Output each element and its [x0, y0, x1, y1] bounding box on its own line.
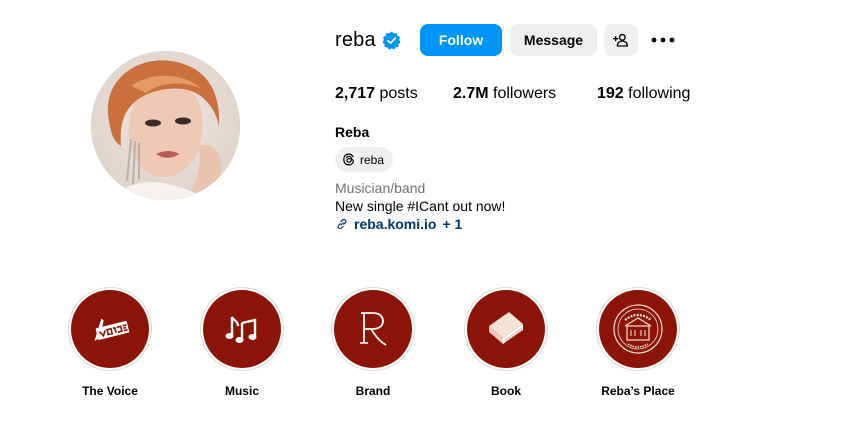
profile-username: reba: [335, 29, 376, 51]
profile-category: Musician/band: [335, 180, 426, 196]
following-count: 192: [597, 85, 624, 102]
followers-label: followers: [493, 85, 557, 102]
followers-stat[interactable]: 2.7M followers: [453, 85, 556, 103]
verified-badge-icon: [382, 31, 401, 50]
highlight-music[interactable]: Music: [200, 287, 284, 398]
book-icon: [489, 312, 523, 344]
posts-count: 2,717: [335, 85, 376, 102]
posts-stat: 2,717 posts: [335, 85, 418, 103]
following-stat[interactable]: 192 following: [597, 85, 690, 103]
follow-button[interactable]: Follow: [420, 24, 502, 56]
following-label: following: [628, 85, 691, 102]
highlight-label: Brand: [355, 384, 391, 398]
highlight-cover: [71, 290, 149, 368]
highlight-the-voice[interactable]: The Voice: [68, 287, 152, 398]
suggested-users-button[interactable]: [604, 24, 638, 56]
posts-label: posts: [379, 85, 418, 102]
avatar-photo: [91, 51, 240, 200]
highlight-cover: [599, 290, 677, 368]
highlight-label: Music: [224, 384, 259, 398]
profile-full-name: Reba: [335, 124, 370, 140]
link-extra-count: + 1: [442, 216, 463, 232]
music-notes-icon: [225, 316, 257, 343]
highlight-ring: [596, 287, 680, 371]
highlight-cover: [467, 290, 545, 368]
add-person-icon: [613, 33, 628, 47]
message-button[interactable]: Message: [510, 24, 597, 56]
threads-link-chip[interactable]: reba: [335, 147, 394, 172]
highlight-ring: [331, 287, 415, 371]
link-icon: [337, 218, 347, 230]
link-url: reba.komi.io: [354, 216, 437, 232]
highlight-cover: [334, 290, 412, 368]
the-voice-logo-icon: [94, 318, 130, 342]
highlight-rebas-place[interactable]: Reba’s Place: [596, 287, 680, 398]
profile-avatar[interactable]: [91, 51, 240, 200]
highlight-brand[interactable]: Brand: [331, 287, 415, 398]
highlight-ring: [464, 287, 548, 371]
highlight-cover: [203, 290, 281, 368]
threads-logo-icon: [343, 153, 354, 166]
highlight-ring: [200, 287, 284, 371]
more-options-button[interactable]: [650, 30, 676, 50]
profile-page: reba Follow Message 2,717 posts 2.7M fol…: [0, 0, 867, 435]
followers-count: 2.7M: [453, 85, 489, 102]
highlight-book[interactable]: Book: [464, 287, 548, 398]
brand-r-logo-icon: [360, 312, 387, 346]
profile-bio: New single #ICant out now!: [335, 198, 506, 214]
highlight-label: The Voice: [82, 384, 138, 398]
rebas-place-seal-icon: [613, 304, 663, 354]
profile-external-link[interactable]: reba.komi.io + 1: [336, 216, 462, 232]
highlight-ring: [68, 287, 152, 371]
threads-handle: reba: [360, 152, 385, 167]
more-dots-icon: [651, 37, 675, 43]
highlight-label: Book: [491, 384, 521, 398]
highlight-label: Reba’s Place: [601, 384, 675, 398]
